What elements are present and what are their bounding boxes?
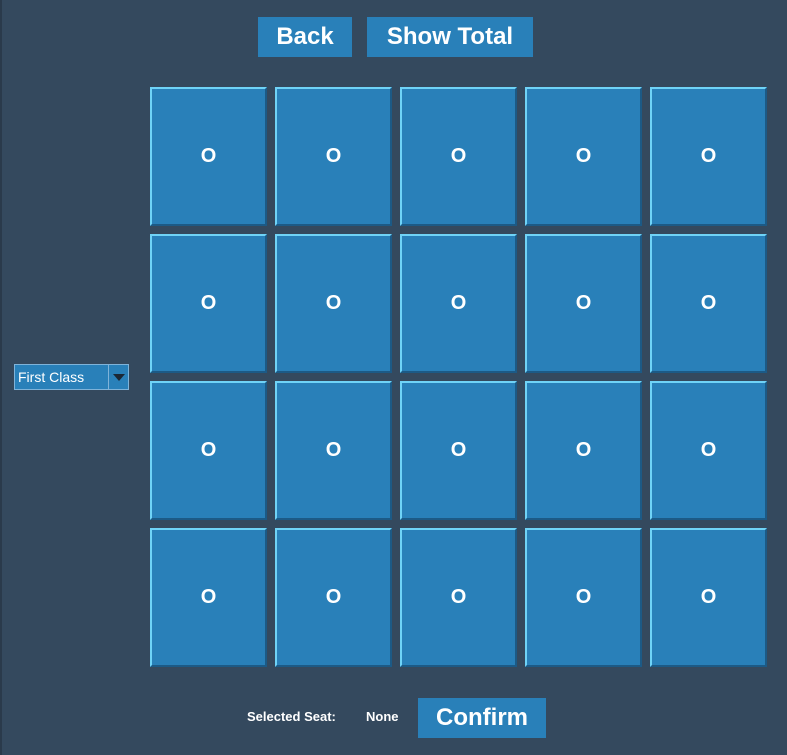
selected-seat-label: Selected Seat:: [247, 709, 336, 724]
seat-button-r2-c1[interactable]: O: [150, 234, 267, 373]
show-total-button[interactable]: Show Total: [367, 17, 533, 57]
seat-button-r3-c4[interactable]: O: [525, 381, 642, 520]
seat-button-r4-c5[interactable]: O: [650, 528, 767, 667]
seat-button-r4-c4[interactable]: O: [525, 528, 642, 667]
class-dropdown[interactable]: First Class: [14, 364, 129, 390]
triangle-down-icon[interactable]: [109, 365, 128, 389]
seat-button-r3-c5[interactable]: O: [650, 381, 767, 520]
seat-button-r3-c3[interactable]: O: [400, 381, 517, 520]
seat-button-r4-c1[interactable]: O: [150, 528, 267, 667]
seat-button-r3-c1[interactable]: O: [150, 381, 267, 520]
seat-button-r2-c4[interactable]: O: [525, 234, 642, 373]
seat-button-r2-c3[interactable]: O: [400, 234, 517, 373]
confirm-button[interactable]: Confirm: [418, 698, 546, 738]
selected-seat-value: None: [366, 709, 399, 724]
seat-button-r1-c4[interactable]: O: [525, 87, 642, 226]
seat-button-r4-c3[interactable]: O: [400, 528, 517, 667]
seat-button-r2-c2[interactable]: O: [275, 234, 392, 373]
seat-grid: OOOOOOOOOOOOOOOOOOOO: [150, 87, 767, 667]
seat-button-r2-c5[interactable]: O: [650, 234, 767, 373]
seat-button-r1-c3[interactable]: O: [400, 87, 517, 226]
window-edge: [0, 0, 2, 755]
seat-button-r1-c1[interactable]: O: [150, 87, 267, 226]
seat-button-r4-c2[interactable]: O: [275, 528, 392, 667]
seat-button-r1-c2[interactable]: O: [275, 87, 392, 226]
seat-button-r1-c5[interactable]: O: [650, 87, 767, 226]
seat-button-r3-c2[interactable]: O: [275, 381, 392, 520]
back-button[interactable]: Back: [258, 17, 352, 57]
class-dropdown-value: First Class: [15, 365, 109, 389]
